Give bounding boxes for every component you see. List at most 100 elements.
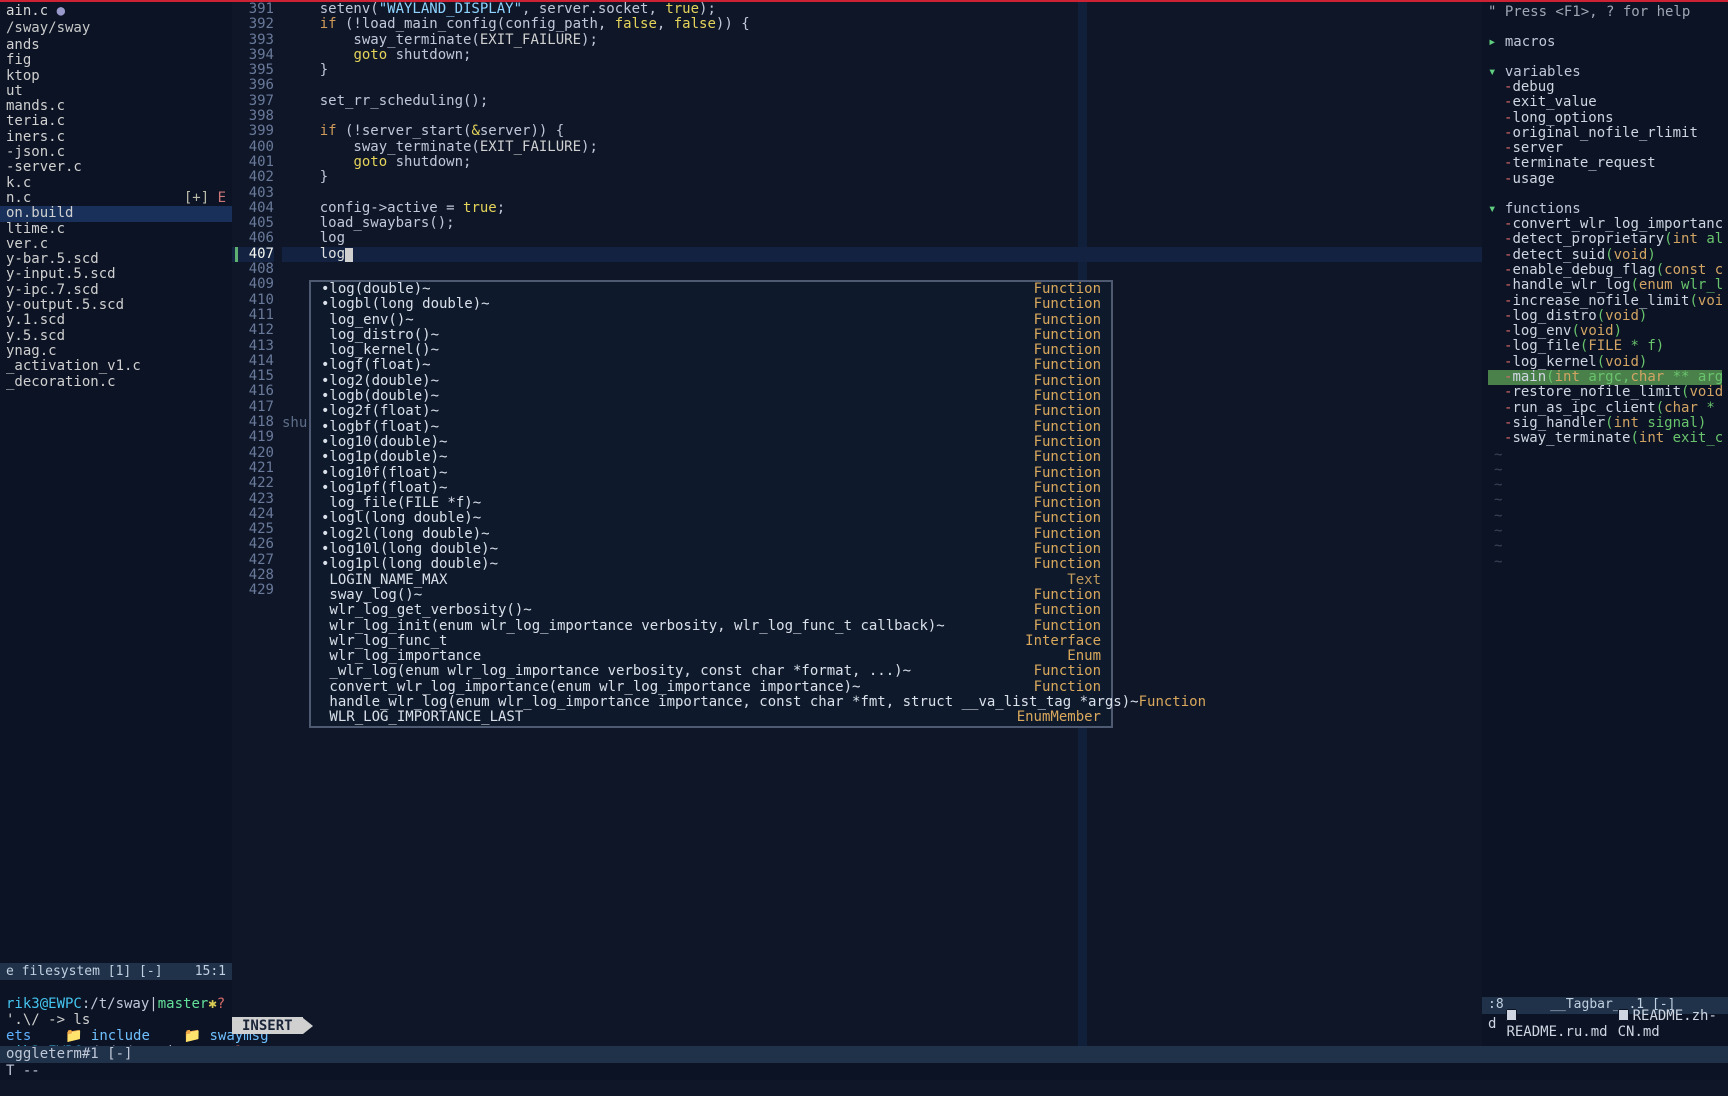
completion-item[interactable]: •log10(double)~Function (311, 435, 1111, 450)
editor-pane[interactable]: 3913923933943953963973983994004014024034… (232, 2, 1482, 1080)
nerdtree-item[interactable]: _activation_v1.c (0, 359, 232, 374)
nerdtree-item[interactable]: y.1.scd (0, 313, 232, 328)
completion-item[interactable]: wlr_log_func_tInterface (311, 634, 1111, 649)
completion-item[interactable]: log_file(FILE *f)~Function (311, 496, 1111, 511)
tagbar-function[interactable]: -restore_nofile_limit(void) (1488, 385, 1722, 400)
tagbar-variable[interactable]: -terminate_request (1488, 156, 1722, 171)
completion-item[interactable]: •logb(double)~Function (311, 389, 1111, 404)
completion-item[interactable]: wlr_log_importanceEnum (311, 649, 1111, 664)
tagbar-function[interactable]: -log_kernel(void) (1488, 355, 1722, 370)
completion-item[interactable]: log_kernel()~Function (311, 343, 1111, 358)
nerdtree-item[interactable]: ver.c (0, 237, 232, 252)
tagbar-function[interactable]: -sway_terminate(int exit_code) (1488, 431, 1722, 446)
nerdtree-item[interactable]: iners.c (0, 130, 232, 145)
completion-item[interactable]: wlr_log_get_verbosity()~Function (311, 603, 1111, 618)
completion-item[interactable]: •log1pf(float)~Function (311, 481, 1111, 496)
nerdtree-item[interactable]: ut (0, 84, 232, 99)
completion-item[interactable]: •logl(long double)~Function (311, 511, 1111, 526)
tagbar-variable[interactable]: -server (1488, 141, 1722, 156)
completion-item[interactable]: •log(double)~Function (311, 282, 1111, 297)
tagbar-function[interactable]: -handle_wlr_log(enum wlr_log_i (1488, 278, 1722, 293)
completion-item[interactable]: •log2(double)~Function (311, 374, 1111, 389)
tagbar-function[interactable]: -main(int argc,char ** argv) (1488, 370, 1722, 385)
code-line[interactable]: sway_terminate(EXIT_FAILURE); (282, 33, 1482, 48)
code-line[interactable] (282, 109, 1482, 124)
tagbar-variable[interactable]: -debug (1488, 80, 1722, 95)
tagbar-function[interactable]: -increase_nofile_limit(void) (1488, 294, 1722, 309)
completion-item[interactable]: •log2f(float)~Function (311, 404, 1111, 419)
nerdtree-item[interactable]: k.c (0, 176, 232, 191)
completion-item[interactable]: •log10f(float)~Function (311, 466, 1111, 481)
tagbar-pane[interactable]: " Press <F1>, ? for help ▸ macros ▾ vari… (1482, 2, 1728, 1080)
tagbar-variables-header[interactable]: ▾ variables (1488, 64, 1722, 80)
nerdtree-item[interactable]: ltime.c (0, 222, 232, 237)
tagbar-file[interactable]: d (1488, 1016, 1496, 1032)
code-line[interactable]: log (282, 231, 1482, 246)
nerdtree-item[interactable]: ands (0, 38, 232, 53)
tagbar-macros-header[interactable]: ▸ macros (1488, 34, 1722, 50)
completion-item[interactable]: •log2l(long double)~Function (311, 527, 1111, 542)
completion-item[interactable]: _wlr_log(enum wlr_log_importance verbosi… (311, 664, 1111, 679)
completion-item[interactable]: log_distro()~Function (311, 328, 1111, 343)
completion-popup[interactable]: •log(double)~Function•logbl(long double)… (309, 280, 1113, 728)
tagbar-function[interactable]: -detect_suid(void) (1488, 248, 1722, 263)
tagbar-function[interactable]: -detect_proprietary(int allow_ (1488, 232, 1722, 247)
tagbar-variable[interactable]: -usage (1488, 172, 1722, 187)
code-line[interactable]: goto shutdown; (282, 155, 1482, 170)
nerdtree-item[interactable]: teria.c (0, 114, 232, 129)
nerdtree[interactable]: andsfigktoputmands.cteria.ciners.c-json.… (0, 36, 232, 963)
tagbar-function[interactable]: -enable_debug_flag(const char (1488, 263, 1722, 278)
tagbar-function[interactable]: -log_distro(void) (1488, 309, 1722, 324)
tagbar-function[interactable]: -log_file(FILE * f) (1488, 339, 1722, 354)
nerdtree-item[interactable]: -json.c (0, 145, 232, 160)
tagbar-functions-header[interactable]: ▾ functions (1488, 201, 1722, 217)
code-line[interactable] (282, 262, 1482, 277)
completion-item[interactable]: •log1p(double)~Function (311, 450, 1111, 465)
completion-item[interactable]: •logbl(long double)~Function (311, 297, 1111, 312)
completion-item[interactable]: sway_log()~Function (311, 588, 1111, 603)
code-line[interactable]: set_rr_scheduling(); (282, 94, 1482, 109)
completion-item[interactable]: •log1pl(long double)~Function (311, 557, 1111, 572)
nerdtree-item[interactable]: y-output.5.scd (0, 298, 232, 313)
code-line[interactable]: log (282, 247, 1482, 262)
code-line[interactable]: } (282, 170, 1482, 185)
tagbar-file[interactable]: README.ru.md (1506, 1008, 1607, 1040)
code-line[interactable]: setenv("WAYLAND_DISPLAY", server.socket,… (282, 2, 1482, 17)
completion-item[interactable]: •logbf(float)~Function (311, 420, 1111, 435)
nerdtree-item[interactable]: fig (0, 53, 232, 68)
code-line[interactable]: if (!server_start(&server)) { (282, 124, 1482, 139)
code-line[interactable]: config->active = true; (282, 201, 1482, 216)
completion-item[interactable]: wlr_log_init(enum wlr_log_importance ver… (311, 619, 1111, 634)
tagbar-function[interactable]: -run_as_ipc_client(char * comm (1488, 401, 1722, 416)
nerdtree-item[interactable]: _decoration.c (0, 375, 232, 390)
tagbar-function[interactable]: -sig_handler(int signal) (1488, 416, 1722, 431)
nerdtree-item[interactable]: y-bar.5.scd (0, 252, 232, 267)
tagbar-file[interactable]: README.zh-CN.md (1618, 1008, 1722, 1040)
tagbar-file-row[interactable]: dREADME.ru.mdREADME.zh-CN.md (1482, 1015, 1728, 1032)
code-line[interactable]: } (282, 63, 1482, 78)
tagbar-function[interactable]: -convert_wlr_log_importance(en (1488, 217, 1722, 232)
completion-item[interactable]: log_env()~Function (311, 313, 1111, 328)
tagbar-function[interactable]: -log_env(void) (1488, 324, 1722, 339)
completion-item[interactable]: convert_wlr_log_importance(enum wlr_log_… (311, 680, 1111, 695)
nerdtree-item[interactable]: mands.c (0, 99, 232, 114)
tagbar-variable[interactable]: -original_nofile_rlimit (1488, 126, 1722, 141)
completion-item[interactable]: •log10l(long double)~Function (311, 542, 1111, 557)
nerdtree-item[interactable]: on.build (0, 206, 232, 221)
nerdtree-item[interactable]: y.5.scd (0, 329, 232, 344)
nerdtree-item[interactable]: n.c[+] E (0, 191, 232, 206)
tagbar-variable[interactable]: -exit_value (1488, 95, 1722, 110)
nerdtree-item[interactable]: ktop (0, 69, 232, 84)
completion-item[interactable]: handle_wlr_log(enum wlr_log_importance i… (311, 695, 1111, 710)
code-line[interactable]: goto shutdown; (282, 48, 1482, 63)
completion-item[interactable]: •logf(float)~Function (311, 358, 1111, 373)
nerdtree-item[interactable]: ynag.c (0, 344, 232, 359)
code-line[interactable] (282, 186, 1482, 201)
completion-item[interactable]: LOGIN_NAME_MAXText (311, 573, 1111, 588)
nerdtree-item[interactable]: y-input.5.scd (0, 267, 232, 282)
nerdtree-item[interactable]: -server.c (0, 160, 232, 175)
code-line[interactable]: if (!load_main_config(config_path, false… (282, 17, 1482, 32)
code-line[interactable] (282, 78, 1482, 93)
tagbar-variable[interactable]: -long_options (1488, 111, 1722, 126)
code-line[interactable]: load_swaybars(); (282, 216, 1482, 231)
